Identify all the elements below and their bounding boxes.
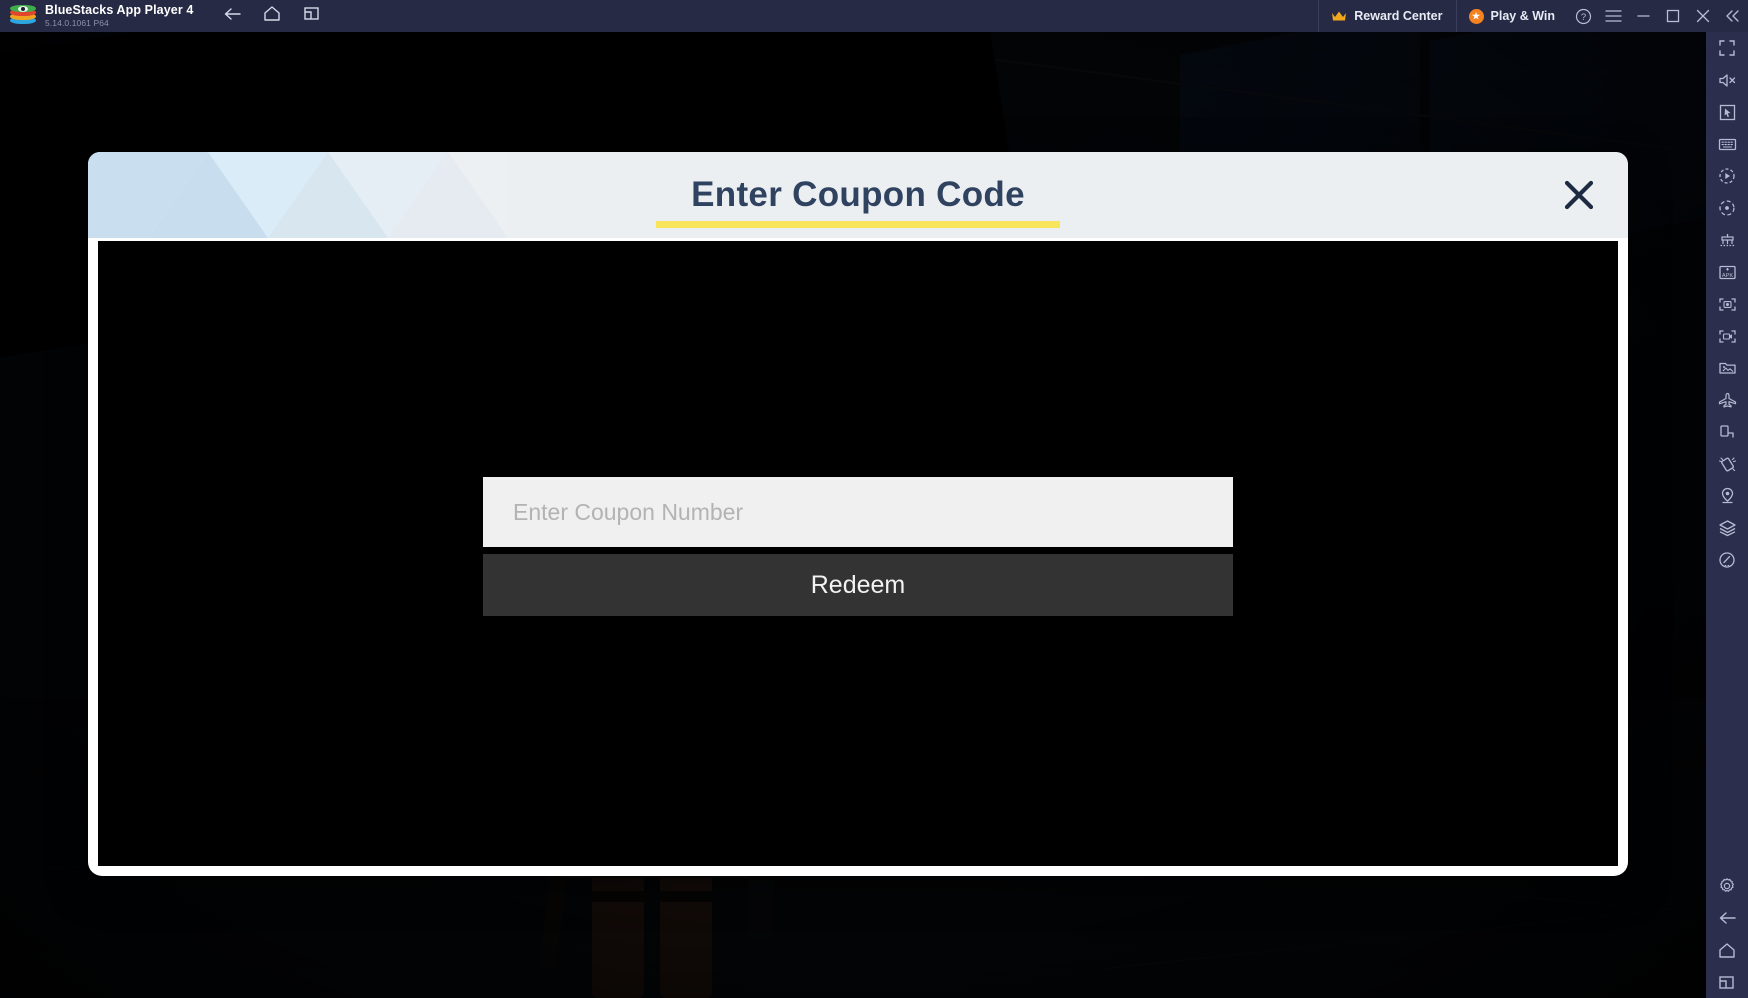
help-circle-icon: ? bbox=[1575, 8, 1592, 25]
help-button[interactable]: ? bbox=[1568, 0, 1598, 32]
minimize-icon bbox=[1636, 10, 1651, 22]
title-underline bbox=[656, 221, 1060, 228]
menu-button[interactable] bbox=[1598, 0, 1628, 32]
crown-icon bbox=[1331, 10, 1347, 22]
arrow-left-icon bbox=[1718, 910, 1737, 926]
reward-center-label: Reward Center bbox=[1354, 9, 1443, 23]
speaker-mute-icon bbox=[1718, 72, 1737, 89]
titlebar-nav-group bbox=[217, 3, 327, 29]
minimize-button[interactable] bbox=[1628, 0, 1658, 32]
coupon-code-input[interactable] bbox=[483, 477, 1233, 547]
coupon-form: Redeem bbox=[483, 477, 1233, 616]
right-sidebar: APK bbox=[1706, 32, 1748, 998]
close-icon bbox=[1561, 177, 1597, 213]
location-pin-icon bbox=[1719, 487, 1736, 505]
instance-manager-icon bbox=[1718, 232, 1737, 249]
sidebar-item-settings[interactable] bbox=[1706, 870, 1748, 902]
titlebar-home-button[interactable] bbox=[257, 3, 287, 29]
dialog-body: Redeem bbox=[98, 241, 1618, 866]
svg-text:?: ? bbox=[1580, 12, 1585, 23]
redeem-button[interactable]: Redeem bbox=[483, 554, 1233, 616]
media-folder-icon bbox=[1718, 360, 1737, 376]
bluestacks-window: Enter Coupon Code Redeem bbox=[0, 0, 1748, 998]
rotate-screen-icon bbox=[1718, 424, 1737, 441]
double-chevron-left-icon bbox=[1725, 9, 1741, 23]
sidebar-item-eco-mode[interactable] bbox=[1706, 384, 1748, 416]
sidebar-item-screen-record[interactable] bbox=[1706, 320, 1748, 352]
close-window-button[interactable] bbox=[1688, 0, 1718, 32]
sidebar-item-screenshot[interactable] bbox=[1706, 288, 1748, 320]
sidebar-item-layers[interactable] bbox=[1706, 512, 1748, 544]
hamburger-icon bbox=[1604, 9, 1622, 23]
airplane-icon bbox=[1718, 392, 1737, 409]
close-icon bbox=[1696, 9, 1710, 23]
sidebar-item-mute[interactable] bbox=[1706, 64, 1748, 96]
app-version: 5.14.0.1061 P64 bbox=[45, 17, 109, 28]
sidebar-item-back[interactable] bbox=[1706, 902, 1748, 934]
maximize-icon bbox=[1666, 9, 1680, 23]
sidebar-item-home[interactable] bbox=[1706, 934, 1748, 966]
sidebar-item-install-apk[interactable]: APK bbox=[1706, 256, 1748, 288]
camera-icon bbox=[1718, 296, 1737, 313]
sidebar-item-fullscreen[interactable] bbox=[1706, 32, 1748, 64]
sidebar-item-macro-recorder[interactable] bbox=[1706, 160, 1748, 192]
fullscreen-icon bbox=[1718, 39, 1736, 57]
app-name: BlueStacks App Player 4 bbox=[45, 2, 194, 17]
play-and-win-label: Play & Win bbox=[1490, 9, 1555, 23]
shake-device-icon bbox=[1718, 455, 1737, 473]
reward-center-button[interactable]: Reward Center bbox=[1318, 0, 1455, 32]
header-decoration bbox=[88, 152, 508, 238]
apk-install-icon: APK bbox=[1718, 264, 1737, 281]
home-icon bbox=[1718, 942, 1736, 959]
titlebar-back-button[interactable] bbox=[217, 3, 247, 29]
sidebar-item-media-manager[interactable] bbox=[1706, 352, 1748, 384]
titlebar-recents-button[interactable] bbox=[297, 3, 327, 29]
bluestacks-logo bbox=[10, 5, 36, 27]
sidebar-item-game-controls[interactable] bbox=[1706, 96, 1748, 128]
title-bar: BlueStacks App Player 4 5.14.0.1061 P64 bbox=[0, 0, 1748, 32]
play-record-icon bbox=[1718, 167, 1736, 185]
maximize-button[interactable] bbox=[1658, 0, 1688, 32]
keyboard-icon bbox=[1718, 136, 1737, 152]
sidebar-item-script[interactable] bbox=[1706, 192, 1748, 224]
sidebar-item-rotate[interactable] bbox=[1706, 416, 1748, 448]
sidebar-item-performance[interactable] bbox=[1706, 544, 1748, 576]
sidebar-item-recents[interactable] bbox=[1706, 966, 1748, 998]
svg-text:APK: APK bbox=[1721, 273, 1732, 279]
copy-window-icon bbox=[303, 5, 321, 27]
sidebar-item-multi-instance-manager[interactable] bbox=[1706, 224, 1748, 256]
app-title-block: BlueStacks App Player 4 5.14.0.1061 P64 bbox=[45, 2, 194, 29]
play-and-win-button[interactable]: Play & Win bbox=[1456, 0, 1568, 32]
video-record-icon bbox=[1718, 328, 1737, 345]
recents-icon bbox=[1718, 974, 1736, 991]
speedometer-icon bbox=[1718, 551, 1736, 569]
layers-icon bbox=[1718, 519, 1737, 537]
dialog-header: Enter Coupon Code bbox=[88, 152, 1628, 238]
gear-icon bbox=[1718, 877, 1736, 895]
home-icon bbox=[263, 5, 281, 27]
orange-coin-icon bbox=[1468, 8, 1484, 24]
sidebar-item-location[interactable] bbox=[1706, 480, 1748, 512]
close-dialog-button[interactable] bbox=[1556, 172, 1602, 218]
cursor-in-box-icon bbox=[1719, 104, 1736, 121]
sidebar-item-keyboard-controls[interactable] bbox=[1706, 128, 1748, 160]
script-dot-icon bbox=[1718, 199, 1736, 217]
sidebar-item-shake[interactable] bbox=[1706, 448, 1748, 480]
arrow-left-icon bbox=[223, 6, 242, 27]
collapse-sidebar-button[interactable] bbox=[1718, 0, 1748, 32]
titlebar-right-group: Reward Center Play & Win ? bbox=[1318, 0, 1748, 32]
coupon-dialog: Enter Coupon Code Redeem bbox=[88, 152, 1628, 876]
